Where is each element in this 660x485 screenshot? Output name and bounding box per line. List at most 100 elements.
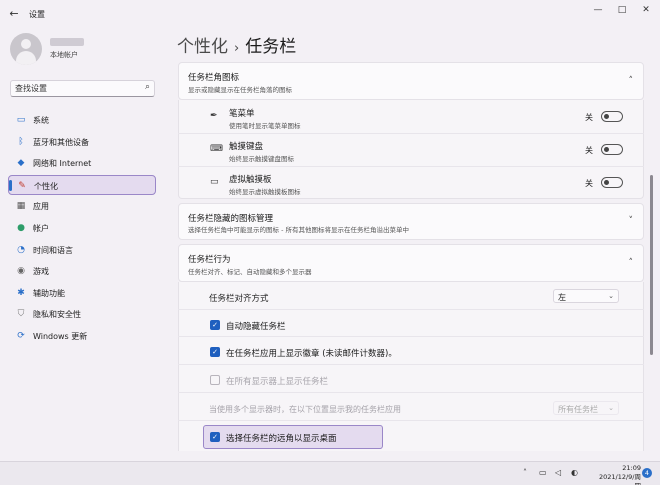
back-button[interactable]: ←: [6, 6, 22, 22]
sidebar-item-bluetooth[interactable]: ᛒ 蓝牙和其他设备: [8, 132, 156, 152]
toggle-state-label: 关: [585, 113, 593, 122]
touchpad-icon: ▭: [210, 177, 219, 187]
keyboard-icon: ⌨: [210, 144, 223, 154]
behaviors-header[interactable]: 任务栏行为 任务栏对齐、标记、自动隐藏和多个显示器 ˄: [178, 244, 644, 282]
user-account-type: 本地帐户: [50, 51, 78, 59]
notification-badge[interactable]: 4: [642, 468, 652, 478]
search-box[interactable]: ⌕: [10, 80, 155, 97]
touch-keyboard-toggle[interactable]: [601, 144, 623, 155]
sidebar-item-system[interactable]: ▭ 系统: [8, 110, 156, 130]
sidebar-item-accounts[interactable]: ● 帐户: [8, 218, 156, 238]
speaker-icon[interactable]: ◁: [555, 468, 561, 477]
search-input[interactable]: [15, 82, 133, 95]
auto-hide-label: 自动隐藏任务栏: [226, 322, 286, 332]
chevron-down-icon[interactable]: ˅: [629, 216, 634, 226]
overflow-icons-header[interactable]: 任务栏隐藏的图标管理 选择任务栏角中可能显示的图标 - 所有其他图标将显示在任务…: [178, 203, 644, 240]
far-corner-checkbox[interactable]: ✓: [210, 432, 220, 442]
sidebar-item-accessibility[interactable]: ✱ 辅助功能: [8, 283, 156, 303]
chevron-up-icon[interactable]: ˄: [523, 468, 527, 477]
close-icon: ✕: [642, 5, 650, 15]
sidebar-item-label: 个性化: [34, 181, 58, 191]
clock-time: 21:09: [622, 464, 641, 472]
sidebar-item-label: Windows 更新: [33, 331, 88, 341]
pen-menu-row: ✒ 笔菜单 使用笔时显示笔菜单图标 关: [178, 100, 644, 133]
window-title: 设置: [29, 10, 45, 19]
sidebar-item-label: 辅助功能: [33, 288, 65, 298]
toggle-state-label: 关: [585, 179, 593, 188]
sidebar-item-label: 帐户: [33, 223, 49, 233]
multi-display-dropdown: 所有任务栏 ⌄: [553, 401, 619, 415]
sidebar-nav: ▭ 系统 ᛒ 蓝牙和其他设备 ◆ 网络和 Internet ✎ 个性化 ▦ 应用…: [8, 110, 156, 348]
corner-icons-header[interactable]: 任务栏角图标 显示或隐藏显示在任务栏角落的图标 ˄: [178, 62, 644, 100]
scrollbar[interactable]: [650, 175, 653, 355]
all-displays-checkbox: [210, 375, 220, 385]
globe-clock-icon: ◔: [17, 244, 25, 255]
behaviors-title: 任务栏行为: [188, 255, 231, 265]
corner-icons-title: 任务栏角图标: [188, 73, 240, 83]
sidebar-item-windows-update[interactable]: ⟳ Windows 更新: [8, 326, 156, 346]
sidebar-item-label: 蓝牙和其他设备: [33, 137, 89, 147]
taskbar: ˄ ▭ ◁ ◐ 21:09 2021/12/9/周四 4: [0, 462, 660, 485]
input-method-icon[interactable]: ◐: [571, 468, 578, 477]
multi-display-label: 当使用多个显示器时，在以下位置显示我的任务栏应用: [209, 405, 401, 414]
row-desc: 使用笔时显示笔菜单图标: [229, 122, 301, 130]
sidebar-item-personalization[interactable]: ✎ 个性化: [8, 174, 156, 195]
far-corner-label: 选择任务栏的远角以显示桌面: [226, 434, 337, 444]
title-bar: ← 设置 — □ ✕: [0, 0, 660, 28]
maximize-icon: □: [617, 5, 627, 15]
auto-hide-checkbox[interactable]: ✓: [210, 320, 220, 330]
chevron-down-icon: ⌄: [608, 292, 614, 300]
sidebar-item-label: 隐私和安全性: [33, 310, 81, 320]
toggle-state-label: 关: [585, 146, 593, 155]
pen-menu-toggle[interactable]: [601, 111, 623, 122]
row-title: 笔菜单: [229, 109, 255, 119]
chevron-up-icon[interactable]: ˄: [629, 258, 634, 268]
avatar[interactable]: [10, 33, 42, 65]
wifi-icon: ◆: [17, 158, 25, 169]
pen-icon: ✒: [210, 111, 218, 121]
breadcrumb-parent[interactable]: 个性化: [177, 37, 228, 57]
clock-date: 2021/12/9/周四: [598, 473, 641, 485]
chevron-up-icon[interactable]: ˄: [629, 76, 634, 86]
maximize-button[interactable]: □: [610, 2, 634, 18]
brush-icon: ✎: [18, 180, 26, 191]
overflow-subtitle: 选择任务栏角中可能显示的图标 - 所有其他图标将显示在任务栏角溢出菜单中: [188, 226, 409, 234]
sidebar-item-time-language[interactable]: ◔ 时间和语言: [8, 240, 156, 260]
search-icon[interactable]: ⌕: [145, 82, 150, 92]
touch-keyboard-row: ⌨ 触摸键盘 始终显示触摸键盘图标 关: [178, 134, 644, 166]
arrow-left-icon: ←: [9, 7, 19, 20]
apps-icon: ▦: [16, 201, 26, 212]
row-desc: 始终显示触摸键盘图标: [229, 155, 294, 163]
accessibility-icon: ✱: [17, 287, 25, 298]
sidebar-item-apps[interactable]: ▦ 应用: [8, 196, 156, 216]
sidebar-item-gaming[interactable]: ◉ 游戏: [8, 261, 156, 281]
taskbar-clock[interactable]: 21:09 2021/12/9/周四: [593, 464, 641, 485]
update-icon: ⟳: [17, 330, 25, 341]
all-displays-label: 在所有显示器上显示任务栏: [226, 377, 329, 387]
badges-checkbox[interactable]: ✓: [210, 347, 220, 357]
page-title: 任务栏: [245, 37, 297, 57]
sidebar-item-privacy[interactable]: ⛉ 隐私和安全性: [8, 304, 156, 324]
breadcrumb: 个性化 › 任务栏: [177, 32, 296, 57]
sidebar-item-network[interactable]: ◆ 网络和 Internet: [8, 153, 156, 173]
sidebar-item-label: 系统: [33, 116, 49, 125]
minimize-icon: —: [593, 5, 603, 15]
user-name: ●●●●●●: [50, 38, 84, 46]
alignment-value: 左: [558, 293, 566, 302]
virtual-touchpad-toggle[interactable]: [601, 177, 623, 188]
minimize-button[interactable]: —: [586, 2, 610, 18]
shield-icon: ⛉: [17, 309, 25, 320]
sidebar-item-label: 网络和 Internet: [33, 159, 92, 169]
chevron-down-icon: ⌄: [608, 404, 614, 412]
sidebar-item-label: 应用: [33, 202, 49, 212]
alignment-dropdown[interactable]: 左 ⌄: [553, 289, 619, 303]
gamepad-icon: ◉: [17, 266, 25, 277]
settings-window: ← 设置 — □ ✕ ●●●●●● 本地帐户 ⌕ ▭ 系统 ᛒ 蓝牙和其他设备 …: [0, 0, 660, 462]
person-icon: ●: [17, 222, 25, 233]
network-icon[interactable]: ▭: [539, 468, 547, 477]
close-button[interactable]: ✕: [634, 2, 658, 18]
breadcrumb-separator: ›: [234, 41, 240, 56]
row-title: 虚拟触摸板: [229, 175, 272, 185]
behaviors-subtitle: 任务栏对齐、标记、自动隐藏和多个显示器: [188, 268, 312, 276]
virtual-touchpad-row: ▭ 虚拟触摸板 始终显示虚拟触摸板图标 关: [178, 167, 644, 199]
